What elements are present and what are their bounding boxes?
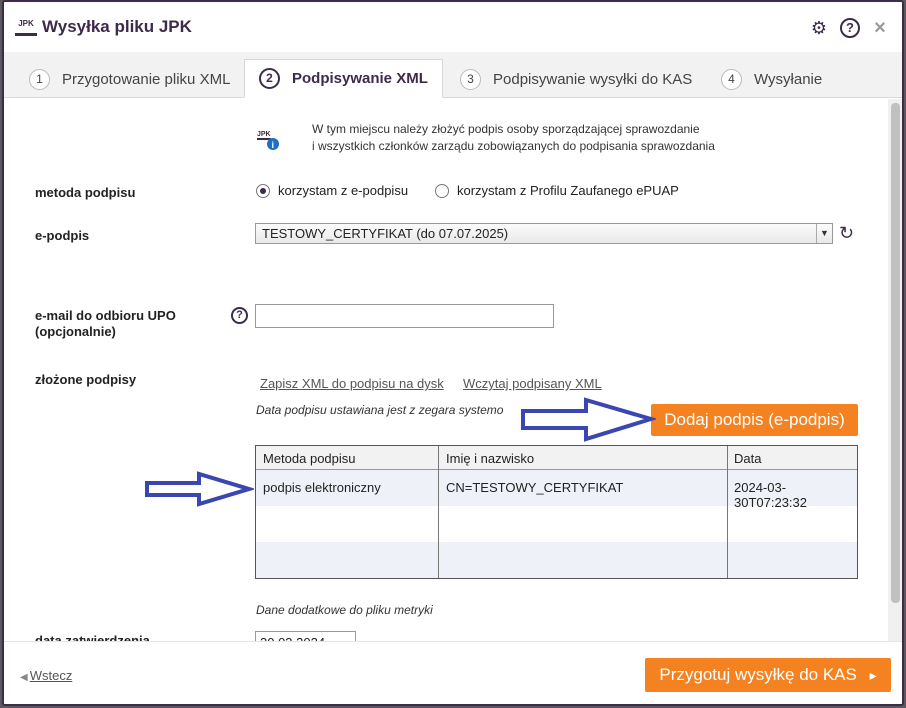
jpk-info-icon: JPK i (257, 131, 279, 150)
tab-label: Podpisywanie XML (292, 70, 428, 87)
column-header[interactable]: Data (734, 451, 761, 466)
info-line: i wszystkich członków zarządu zobowiązan… (312, 139, 715, 153)
column-header[interactable]: Imię i nazwisko (446, 451, 534, 466)
save-xml-link[interactable]: Zapisz XML do podpisu na dysk (260, 376, 444, 391)
signature-date-note: Data podpisu ustawiana jest z zegara sys… (256, 403, 504, 417)
question-icon[interactable]: ? (231, 307, 248, 324)
annotation-arrow-icon (521, 397, 656, 442)
email-label-line: (opcjonalnie) (35, 324, 116, 339)
info-message: W tym miejscu należy złożyć podpis osoby… (312, 121, 715, 155)
radio-label: korzystam z Profilu Zaufanego ePUAP (457, 183, 679, 198)
radio-dot[interactable] (256, 183, 270, 198)
approval-date-label: data zatwierdzenia (35, 633, 150, 641)
extra-data-note: Dane dodatkowe do pliku metryki (256, 603, 433, 617)
column-divider (727, 446, 728, 578)
dialog-footer: ◀ Wstecz Przygotuj wysyłkę do KAS ▸ (4, 641, 902, 704)
prepare-kas-button[interactable]: Przygotuj wysyłkę do KAS ▸ (645, 658, 891, 692)
radio-label: korzystam z e-podpisu (278, 183, 409, 198)
chevron-down-icon[interactable]: ▼ (816, 224, 832, 243)
table-row (256, 542, 857, 578)
dialog-title: Wysyłka pliku JPK (42, 17, 192, 36)
column-divider (438, 446, 439, 578)
tab-label: Wysyłanie (754, 70, 823, 88)
jpk-dialog: JPK Wysyłka pliku JPK ⚙ ? × 1 Przygotowa… (2, 0, 904, 706)
tab-podpisywanie-kas[interactable]: 3 Podpisywanie wysyłki do KAS (460, 60, 692, 98)
form-content: JPK i W tym miejscu należy złożyć podpis… (4, 99, 888, 641)
title-bar: JPK Wysyłka pliku JPK ⚙ ? × (4, 2, 902, 52)
prepare-kas-label: Przygotuj wysyłkę do KAS (659, 665, 857, 684)
radio-epuap[interactable]: korzystam z Profilu Zaufanego ePUAP (435, 183, 679, 198)
column-header[interactable]: Metoda podpisu (263, 451, 356, 466)
radio-dot[interactable] (435, 183, 449, 198)
svg-text:i: i (272, 140, 275, 150)
step-number: 3 (460, 68, 481, 90)
vertical-scrollbar[interactable] (888, 99, 902, 641)
tab-label: Przygotowanie pliku XML (62, 70, 231, 88)
load-signed-xml-link[interactable]: Wczytaj podpisany XML (463, 376, 602, 391)
step-number: 1 (29, 68, 50, 90)
svg-text:JPK: JPK (257, 131, 271, 138)
annotation-arrow-icon (145, 471, 254, 507)
approval-date-field[interactable]: 30.03.2024 (255, 631, 356, 641)
step-number: 2 (259, 68, 280, 89)
refresh-icon[interactable]: ↻ (839, 223, 854, 244)
close-icon[interactable]: × (870, 18, 890, 38)
signed-label: złożone podpisy (35, 372, 137, 387)
epodpis-value: TESTOWY_CERTYFIKAT (do 07.07.2025) (262, 226, 509, 241)
email-field[interactable] (255, 304, 554, 328)
scrollbar-thumb[interactable] (891, 103, 900, 603)
email-label-line: e-mail do odbioru UPO (35, 308, 176, 323)
add-signature-button[interactable]: Dodaj podpis (e-podpis) (651, 404, 858, 436)
method-label: metoda podpisu (35, 185, 136, 200)
wizard-tabs: 1 Przygotowanie pliku XML 2 Podpisywanie… (4, 52, 902, 98)
back-label: Wstecz (29, 668, 73, 683)
tab-podpisywanie-xml[interactable]: 2 Podpisywanie XML (244, 59, 443, 98)
back-arrow-icon: ◀ (20, 672, 28, 683)
gear-icon[interactable]: ⚙ (809, 18, 829, 38)
signatures-table: Metoda podpisu Imię i nazwisko Data podp… (255, 445, 858, 579)
email-label: e-mail do odbioru UPO (opcjonalnie) (35, 308, 176, 340)
epodpis-select[interactable]: TESTOWY_CERTYFIKAT (do 07.07.2025) ▼ (255, 223, 833, 244)
play-arrow-icon: ▸ (869, 667, 877, 683)
step-number: 4 (721, 68, 742, 90)
tab-wysylanie[interactable]: 4 Wysyłanie (721, 60, 822, 98)
tab-przygotowanie[interactable]: 1 Przygotowanie pliku XML (29, 60, 230, 98)
table-cell: podpis elektroniczny (263, 480, 381, 495)
epodpis-label: e-podpis (35, 228, 90, 243)
table-cell: CN=TESTOWY_CERTYFIKAT (446, 480, 624, 495)
jpk-logo-icon: JPK (15, 18, 37, 36)
table-row (256, 506, 857, 542)
table-row[interactable]: podpis elektroniczny CN=TESTOWY_CERTYFIK… (256, 470, 857, 510)
info-line: W tym miejscu należy złożyć podpis osoby… (312, 122, 700, 136)
back-link[interactable]: ◀ Wstecz (20, 668, 72, 683)
radio-epodpis[interactable]: korzystam z e-podpisu (256, 183, 408, 198)
tab-label: Podpisywanie wysyłki do KAS (493, 70, 693, 88)
help-icon[interactable]: ? (840, 18, 860, 38)
table-header: Metoda podpisu Imię i nazwisko Data (256, 446, 857, 470)
